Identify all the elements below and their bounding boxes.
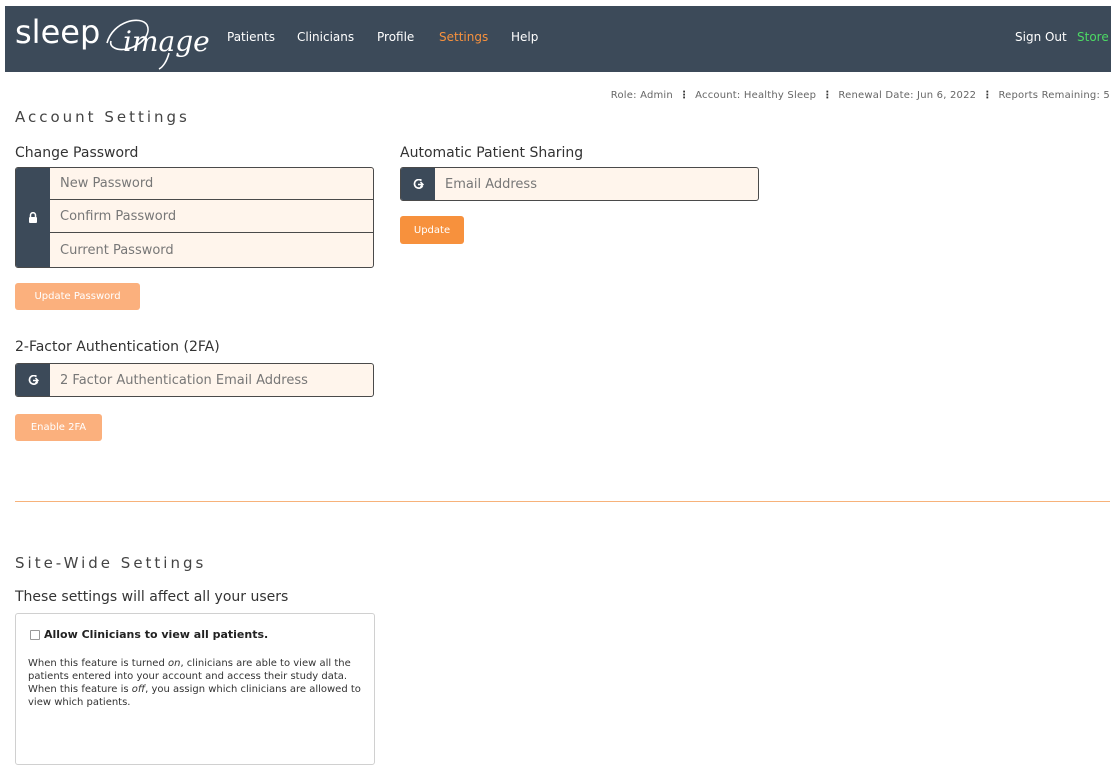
reports-info: Reports Remaining: 5 — [998, 90, 1110, 101]
patient-sharing-title: Automatic Patient Sharing — [400, 145, 584, 161]
role-info: Role: Admin — [610, 90, 673, 101]
store-link[interactable]: Store — [1077, 30, 1109, 44]
new-password-input[interactable] — [50, 168, 373, 200]
renewal-info: Renewal Date: Jun 6, 2022 — [838, 90, 977, 101]
logo-text: sleep — [15, 13, 101, 51]
allow-view-all-label: Allow Clinicians to view all patients. — [44, 628, 269, 641]
account-info: Account: Healthy Sleep — [695, 90, 817, 101]
description-on: When this feature is turned on, clinicia… — [28, 658, 351, 682]
lock-icon — [29, 212, 37, 223]
account-settings-title: Account Settings — [15, 108, 190, 126]
nav-profile[interactable]: Profile — [377, 30, 414, 44]
change-password-title: Change Password — [15, 145, 139, 161]
site-wide-subtitle: These settings will affect all your user… — [15, 589, 289, 605]
nav-help[interactable]: Help — [511, 30, 538, 44]
allow-view-all-option[interactable]: Allow Clinicians to view all patients. — [30, 628, 268, 641]
update-password-button[interactable]: Update Password — [15, 283, 140, 310]
enable-2fa-button[interactable]: Enable 2FA — [15, 414, 102, 441]
sleepimage-logo[interactable]: sleep image — [15, 8, 210, 70]
site-wide-settings-title: Site-Wide Settings — [15, 554, 207, 572]
allow-view-all-checkbox[interactable] — [30, 629, 40, 640]
option-description: When this feature is turned on, clinicia… — [28, 657, 363, 709]
two-factor-email-input[interactable] — [50, 364, 373, 396]
nav-patients[interactable]: Patients — [227, 30, 275, 44]
nav-settings[interactable]: Settings — [439, 30, 488, 44]
description-off: When this feature is off, you assign whi… — [28, 684, 361, 708]
logo-script-text: image — [123, 25, 210, 58]
two-factor-title: 2-Factor Authentication (2FA) — [15, 339, 220, 355]
separator: ⋮ — [822, 90, 833, 101]
section-divider — [15, 501, 1110, 502]
update-sharing-button[interactable]: Update — [400, 216, 464, 244]
password-addon — [16, 168, 50, 267]
current-password-input[interactable] — [50, 234, 373, 266]
share-icon — [28, 374, 39, 385]
confirm-password-input[interactable] — [50, 201, 373, 233]
separator: ⋮ — [982, 90, 993, 101]
site-setting-panel: Allow Clinicians to view all patients. W… — [15, 613, 375, 765]
two-factor-input-group — [15, 363, 374, 397]
separator: ⋮ — [678, 90, 690, 101]
sharing-input-group — [400, 167, 759, 201]
top-navbar: sleep image Patients Clinicians Profile … — [5, 6, 1111, 72]
logo-script-image: image — [106, 19, 210, 70]
share-icon — [413, 178, 424, 189]
nav-clinicians[interactable]: Clinicians — [297, 30, 354, 44]
sharing-addon — [401, 168, 435, 200]
password-input-group — [15, 167, 374, 268]
sharing-email-input[interactable] — [435, 168, 758, 200]
account-info-bar: Role: Admin ⋮ Account: Healthy Sleep ⋮ Renew… — [611, 90, 1110, 101]
sign-out-link[interactable]: Sign Out — [1015, 30, 1067, 44]
two-factor-addon — [16, 364, 50, 396]
